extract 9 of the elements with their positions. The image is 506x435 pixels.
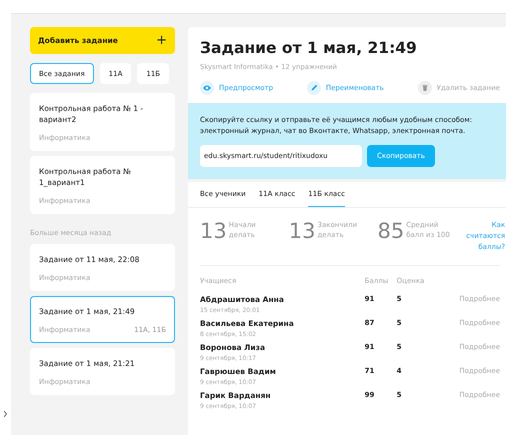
assignment-title: Задание от 1 мая, 21:49 [200,39,418,57]
stat-value: 85 [377,220,404,242]
eye-icon [200,81,214,95]
stat-value: 13 [200,220,227,242]
chevron-icon [4,410,6,416]
pencil-icon [306,81,321,95]
plus-icon: + [156,34,167,47]
trash-icon [418,81,432,95]
stat-value: 13 [288,220,316,242]
